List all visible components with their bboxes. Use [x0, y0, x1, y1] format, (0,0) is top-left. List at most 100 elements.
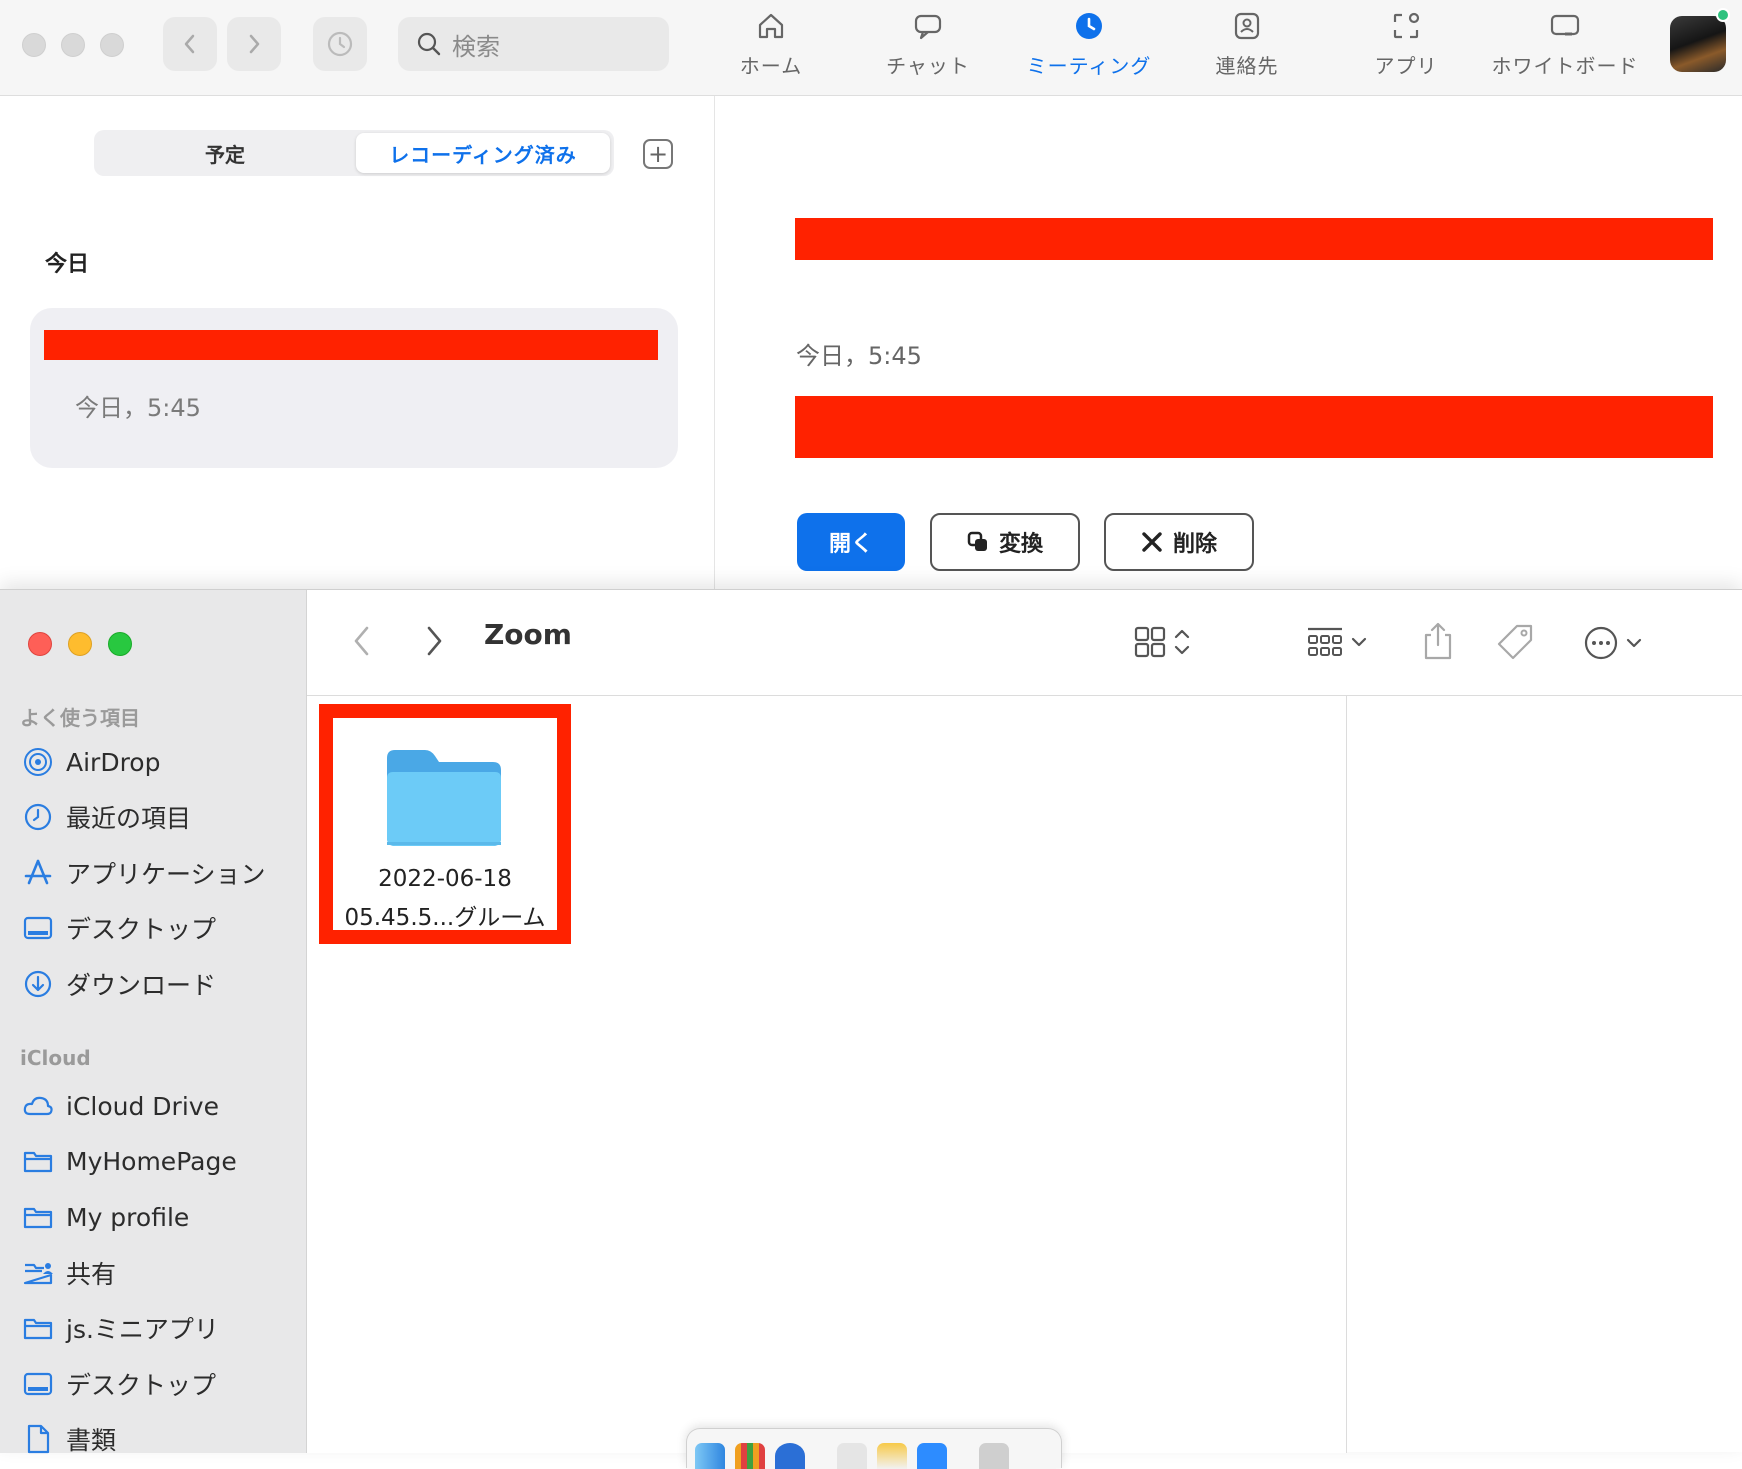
chat-icon [914, 14, 942, 40]
close-icon [1142, 532, 1162, 552]
tab-contacts-label: 連絡先 [1215, 54, 1279, 78]
sidebar-item-applications[interactable]: アプリケーション [22, 853, 266, 893]
sidebar-item-label: 共有 [66, 1260, 117, 1289]
recording-detail-pane: 今日，5:45 開く 変換 削除 [716, 96, 1742, 590]
tag-button[interactable] [1495, 623, 1535, 661]
window-close-button[interactable] [22, 33, 46, 57]
avatar[interactable] [1670, 16, 1726, 72]
tab-meetings[interactable]: ミーティング [1014, 10, 1164, 86]
open-button[interactable]: 開く [797, 513, 905, 571]
chevron-left-icon [184, 34, 195, 54]
convert-button[interactable]: 変換 [930, 513, 1080, 571]
finder-sidebar: よく使う項目 AirDrop 最近の項目 アプリケーション デスクトップ ダウン… [0, 590, 307, 1455]
sidebar-item-icloud-drive[interactable]: iCloud Drive [22, 1086, 219, 1126]
tab-home[interactable]: ホーム [696, 10, 846, 86]
group-button[interactable] [1306, 625, 1368, 659]
tab-chat[interactable]: チャット [853, 10, 1003, 86]
window-title: Zoom [484, 618, 572, 651]
tab-recorded[interactable]: レコーディング済み [356, 133, 610, 173]
back-button[interactable] [163, 17, 217, 71]
history-button[interactable] [313, 17, 367, 71]
safari-dock-icon[interactable] [775, 1443, 805, 1469]
history-icon [327, 31, 353, 57]
sidebar-item-icloud-desktop[interactable]: デスクトップ [22, 1364, 216, 1404]
window-minimize-button[interactable] [68, 632, 92, 656]
home-icon [758, 13, 784, 39]
folder-item[interactable]: 2022-06-18 05.45.5...グルーム [333, 718, 557, 931]
tag-icon [1497, 624, 1533, 660]
window-zoom-button[interactable] [100, 33, 124, 57]
add-button[interactable]: + [643, 139, 673, 169]
tab-chat-label: チャット [886, 54, 970, 78]
download-icon [22, 968, 54, 1000]
desktop-icon [22, 1368, 54, 1400]
forward-button[interactable] [423, 624, 445, 658]
sidebar-item-shared[interactable]: 共有 [22, 1253, 116, 1293]
tab-whiteboard[interactable]: ホワイトボード [1490, 10, 1640, 86]
sidebar-item-downloads[interactable]: ダウンロード [22, 964, 216, 1004]
chevron-down-icon [1351, 637, 1367, 647]
sidebar-item-documents[interactable]: 書類 [22, 1419, 116, 1459]
icloud-header: iCloud [20, 1046, 91, 1070]
recordings-list-pane: 予定 レコーディング済み + 今日 今日，5:45 [0, 96, 715, 590]
whiteboard-icon [1550, 14, 1580, 36]
sidebar-item-recents[interactable]: 最近の項目 [22, 797, 191, 837]
zoom-toolbar: 検索 ホーム チャット ミーティング 連絡先 アプリ ホワイトボード [0, 0, 1742, 96]
sidebar-item-label: My profile [66, 1202, 190, 1232]
sidebar-item-airdrop[interactable]: AirDrop [22, 742, 160, 782]
finder-window: よく使う項目 AirDrop 最近の項目 アプリケーション デスクトップ ダウン… [0, 589, 1742, 1469]
view-mode-button[interactable] [1133, 625, 1191, 659]
more-actions-button[interactable] [1583, 625, 1643, 661]
desktop-icon [22, 912, 54, 944]
grid-view-icon [1134, 626, 1166, 658]
convert-icon [967, 531, 987, 551]
sidebar-item-my-profile[interactable]: My profile [22, 1197, 189, 1237]
sidebar-item-label: デスクトップ [66, 1371, 217, 1400]
segmented-control: 予定 レコーディング済み [94, 130, 614, 176]
notes-dock-icon[interactable] [877, 1443, 907, 1469]
tab-home-label: ホーム [739, 54, 803, 78]
chevron-left-icon [354, 626, 369, 656]
sidebar-item-desktop[interactable]: デスクトップ [22, 908, 216, 948]
launchpad-dock-icon[interactable] [735, 1443, 765, 1469]
open-button-label: 開く [828, 532, 873, 557]
delete-button[interactable]: 削除 [1104, 513, 1254, 571]
share-icon [1424, 622, 1452, 660]
delete-button-label: 削除 [1172, 532, 1217, 557]
window-zoom-button[interactable] [108, 632, 132, 656]
folder-icon [22, 1201, 54, 1233]
convert-button-label: 変換 [998, 532, 1043, 557]
search-input[interactable]: 検索 [398, 17, 669, 71]
zoom-dock-icon[interactable] [917, 1443, 947, 1469]
sidebar-item-js-miniapp[interactable]: js.ミニアプリ [22, 1308, 219, 1348]
forward-button[interactable] [227, 17, 281, 71]
trash-dock-icon[interactable] [979, 1443, 1009, 1469]
tab-meetings-label: ミーティング [1026, 54, 1152, 78]
clock-icon [1076, 13, 1102, 39]
favorites-header: よく使う項目 [20, 706, 140, 730]
back-button[interactable] [351, 624, 373, 658]
sidebar-item-myhomepage[interactable]: MyHomePage [22, 1141, 237, 1181]
tab-scheduled[interactable]: 予定 [94, 130, 356, 176]
recording-list-item[interactable]: 今日，5:45 [30, 308, 678, 468]
detail-time: 今日，5:45 [796, 342, 922, 370]
dock [686, 1428, 1062, 1469]
share-button[interactable] [1422, 621, 1454, 661]
chevron-updown-icon [1174, 629, 1190, 655]
sidebar-item-label: js.ミニアプリ [66, 1315, 219, 1344]
window-close-button[interactable] [28, 632, 52, 656]
more-icon [1584, 626, 1618, 660]
window-minimize-button[interactable] [61, 33, 85, 57]
sidebar-item-label: アプリケーション [66, 860, 266, 889]
redacted-title [44, 330, 658, 360]
finder-dock-icon[interactable] [695, 1443, 725, 1469]
sidebar-item-label: AirDrop [66, 747, 161, 777]
sidebar-item-label: MyHomePage [66, 1146, 237, 1176]
tab-contacts[interactable]: 連絡先 [1172, 10, 1322, 86]
chevron-right-icon [427, 626, 442, 656]
contacts-icon [1234, 12, 1260, 40]
cloud-icon [22, 1090, 54, 1122]
slack-dock-icon[interactable] [837, 1443, 867, 1469]
tab-apps[interactable]: アプリ [1331, 10, 1481, 86]
section-header-today: 今日 [45, 252, 90, 277]
